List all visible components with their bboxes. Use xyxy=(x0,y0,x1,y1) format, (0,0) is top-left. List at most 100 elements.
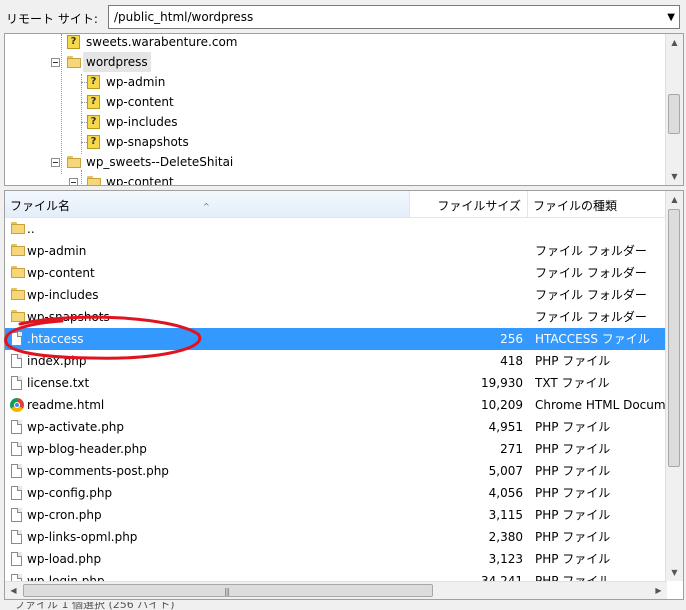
scroll-up-icon[interactable]: ▲ xyxy=(666,34,683,51)
file-icon xyxy=(11,442,22,456)
dropdown-arrow-icon[interactable]: ▼ xyxy=(667,12,675,23)
file-row[interactable]: readme.html 10,209 Chrome HTML Docum xyxy=(5,394,667,416)
file-size: 4,056 xyxy=(488,486,523,500)
file-icon xyxy=(11,354,22,368)
tree-vertical-scrollbar[interactable]: ▲ ▼ xyxy=(665,34,683,185)
file-row[interactable]: wp-comments-post.php 5,007 PHP ファイル xyxy=(5,460,667,482)
collapse-icon[interactable] xyxy=(51,58,60,67)
chrome-icon xyxy=(10,398,24,412)
tree-item-label: wp-includes xyxy=(106,115,178,129)
file-name: license.txt xyxy=(27,376,90,390)
file-type: ファイル フォルダー xyxy=(535,244,647,258)
tree-item-label: wp_sweets--DeleteShitai xyxy=(86,155,234,169)
file-type: ファイル フォルダー xyxy=(535,310,647,324)
column-header-filetype[interactable]: ファイルの種類 xyxy=(528,191,667,217)
file-name: wp-blog-header.php xyxy=(27,442,147,456)
question-icon: ? xyxy=(87,75,100,89)
question-icon: ? xyxy=(87,95,100,109)
column-header-filesize[interactable]: ファイルサイズ xyxy=(410,191,528,217)
file-row[interactable]: index.php 418 PHP ファイル xyxy=(5,350,667,372)
file-size: 2,380 xyxy=(488,530,523,544)
file-name: wp-links-opml.php xyxy=(27,530,138,544)
file-type: HTACCESS ファイル xyxy=(535,332,650,346)
scroll-thumb[interactable] xyxy=(668,94,680,134)
file-type: PHP ファイル xyxy=(535,464,611,478)
file-row[interactable]: wp-load.php 3,123 PHP ファイル xyxy=(5,548,667,570)
scroll-right-icon[interactable]: ▶ xyxy=(650,582,667,599)
file-name: wp-comments-post.php xyxy=(27,464,169,478)
collapse-icon[interactable] xyxy=(51,158,60,167)
file-row[interactable]: wp-blog-header.php 271 PHP ファイル xyxy=(5,438,667,460)
scroll-thumb[interactable] xyxy=(668,209,680,467)
file-row[interactable]: .htaccess 256 HTACCESS ファイル xyxy=(5,328,667,350)
file-row[interactable]: wp-snapshots ファイル フォルダー xyxy=(5,306,667,328)
remote-file-list[interactable]: ファイル名 ^ ファイルサイズ ファイルの種類 .. wp-admin ファイル フ… xyxy=(4,190,684,600)
file-row[interactable]: wp-links-opml.php 2,380 PHP ファイル xyxy=(5,526,667,548)
scroll-left-icon[interactable]: ◀ xyxy=(5,582,22,599)
file-size: 10,209 xyxy=(481,398,523,412)
file-type: PHP ファイル xyxy=(535,486,611,500)
file-list-header: ファイル名 ^ ファイルサイズ ファイルの種類 xyxy=(5,191,667,218)
file-row[interactable]: .. xyxy=(5,218,667,240)
tree-guide-line xyxy=(81,170,82,185)
file-type: PHP ファイル xyxy=(535,442,611,456)
scroll-up-icon[interactable]: ▲ xyxy=(666,191,683,208)
list-horizontal-scrollbar[interactable]: ◀ ||| ▶ xyxy=(5,581,667,599)
file-size: 418 xyxy=(500,354,523,368)
folder-icon xyxy=(11,266,25,278)
file-name: wp-config.php xyxy=(27,486,113,500)
remote-site-label: リモート サイト: xyxy=(6,12,98,26)
file-name: wp-snapshots xyxy=(27,310,110,324)
folder-icon xyxy=(87,176,101,185)
file-name: wp-activate.php xyxy=(27,420,124,434)
file-size: 19,930 xyxy=(481,376,523,390)
file-type: ファイル フォルダー xyxy=(535,288,647,302)
tree-item-label: wp-admin xyxy=(106,75,166,89)
folder-icon xyxy=(67,156,81,168)
file-name: .htaccess xyxy=(27,332,84,346)
remote-path-combobox[interactable]: /public_html/wordpress ▼ xyxy=(108,5,680,29)
file-row[interactable]: wp-includes ファイル フォルダー xyxy=(5,284,667,306)
file-name: readme.html xyxy=(27,398,105,412)
status-text: ファイル 1 個選択 (256 バイト) xyxy=(14,602,175,610)
folder-icon xyxy=(11,288,25,300)
file-type: PHP ファイル xyxy=(535,530,611,544)
file-row[interactable]: wp-activate.php 4,951 PHP ファイル xyxy=(5,416,667,438)
text-file-icon xyxy=(11,376,22,390)
scroll-thumb[interactable]: ||| xyxy=(23,584,433,597)
remote-site-bar: リモート サイト: /public_html/wordpress ▼ xyxy=(0,0,686,34)
status-bar: ファイル 1 個選択 (256 バイト) xyxy=(0,602,686,610)
file-icon xyxy=(11,530,22,544)
file-type: PHP ファイル xyxy=(535,508,611,522)
scroll-down-icon[interactable]: ▼ xyxy=(666,564,683,581)
column-header-label: ファイル名 xyxy=(10,199,71,213)
folder-icon xyxy=(11,222,25,234)
remote-path-input[interactable]: /public_html/wordpress xyxy=(114,10,253,24)
file-type: TXT ファイル xyxy=(535,376,610,390)
file-size: 4,951 xyxy=(488,420,523,434)
file-type: Chrome HTML Docum xyxy=(535,398,666,412)
question-icon: ? xyxy=(87,115,100,129)
file-row[interactable]: wp-cron.php 3,115 PHP ファイル xyxy=(5,504,667,526)
scroll-down-icon[interactable]: ▼ xyxy=(666,168,683,185)
list-vertical-scrollbar[interactable]: ▲ ▼ xyxy=(665,191,683,581)
file-icon xyxy=(11,332,22,346)
file-row[interactable]: wp-config.php 4,056 PHP ファイル xyxy=(5,482,667,504)
tree-item-label: wordpress xyxy=(83,52,151,72)
remote-directory-tree[interactable]: ? sweets.warabenture.com wordpress ? wp-… xyxy=(4,33,684,186)
tree-item-label: wp-content xyxy=(106,95,174,109)
file-row[interactable]: wp-content ファイル フォルダー xyxy=(5,262,667,284)
file-row[interactable]: wp-admin ファイル フォルダー xyxy=(5,240,667,262)
file-type: ファイル フォルダー xyxy=(535,266,647,280)
file-name: wp-cron.php xyxy=(27,508,102,522)
file-type: PHP ファイル xyxy=(535,552,611,566)
column-header-filename[interactable]: ファイル名 ^ xyxy=(5,191,410,217)
scroll-grip-icon: ||| xyxy=(224,587,230,596)
file-icon xyxy=(11,508,22,522)
file-size: 3,123 xyxy=(488,552,523,566)
file-row[interactable]: license.txt 19,930 TXT ファイル xyxy=(5,372,667,394)
tree-item-label: wp-snapshots xyxy=(106,135,189,149)
file-icon xyxy=(11,420,22,434)
column-header-label: ファイルの種類 xyxy=(533,199,618,213)
collapse-icon[interactable] xyxy=(69,178,78,185)
